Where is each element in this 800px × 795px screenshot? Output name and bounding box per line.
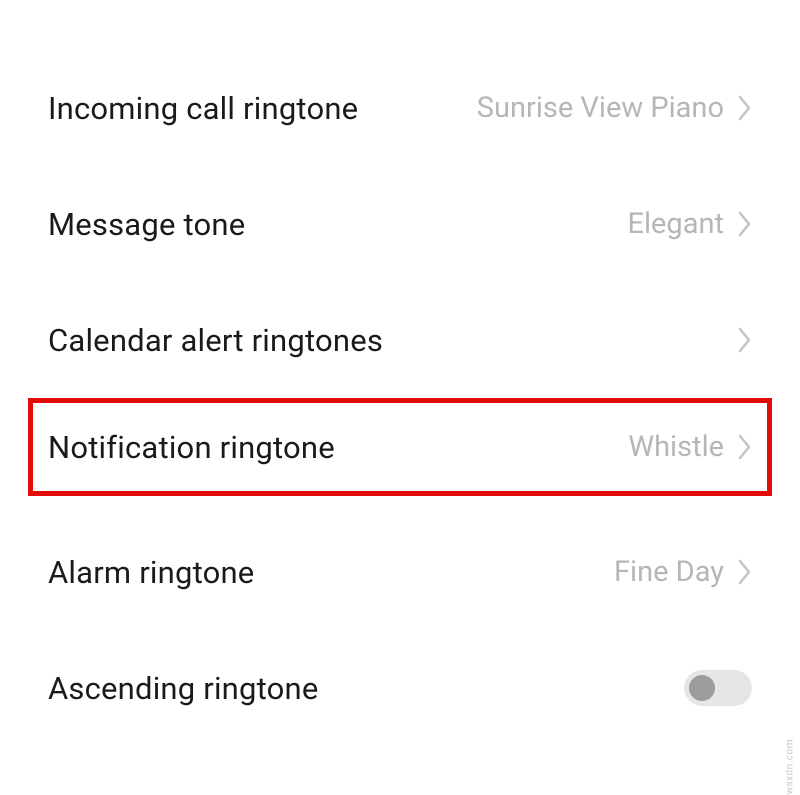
row-alarm-ringtone[interactable]: Alarm ringtone Fine Day: [0, 514, 800, 630]
chevron-right-icon: [738, 434, 752, 460]
row-value: Whistle: [628, 430, 724, 464]
row-right: [684, 670, 752, 706]
row-value: Fine Day: [614, 555, 724, 589]
chevron-right-icon: [738, 95, 752, 121]
chevron-right-icon: [738, 327, 752, 353]
chevron-right-icon: [738, 559, 752, 585]
row-right: Whistle: [628, 430, 752, 464]
row-ascending-ringtone: Ascending ringtone: [0, 630, 800, 746]
row-value: Elegant: [628, 207, 724, 241]
row-label: Alarm ringtone: [48, 554, 254, 591]
row-notification-ringtone[interactable]: Notification ringtone Whistle: [28, 398, 772, 496]
row-label: Ascending ringtone: [48, 670, 319, 707]
row-calendar-alert-ringtones[interactable]: Calendar alert ringtones: [0, 282, 800, 398]
settings-list: Incoming call ringtone Sunrise View Pian…: [0, 0, 800, 746]
row-message-tone[interactable]: Message tone Elegant: [0, 166, 800, 282]
watermark: wsxdn.com: [785, 739, 796, 795]
row-right: [724, 327, 752, 353]
row-label: Calendar alert ringtones: [48, 322, 383, 359]
row-label: Message tone: [48, 206, 245, 243]
toggle-knob: [689, 675, 715, 701]
row-right: Fine Day: [614, 555, 752, 589]
row-right: Elegant: [628, 207, 752, 241]
row-incoming-call-ringtone[interactable]: Incoming call ringtone Sunrise View Pian…: [0, 50, 800, 166]
chevron-right-icon: [738, 211, 752, 237]
row-label: Incoming call ringtone: [48, 90, 358, 127]
row-label: Notification ringtone: [48, 429, 335, 466]
ascending-ringtone-toggle[interactable]: [684, 670, 752, 706]
row-value: Sunrise View Piano: [477, 91, 724, 125]
row-right: Sunrise View Piano: [477, 91, 752, 125]
spacer: [0, 496, 800, 514]
